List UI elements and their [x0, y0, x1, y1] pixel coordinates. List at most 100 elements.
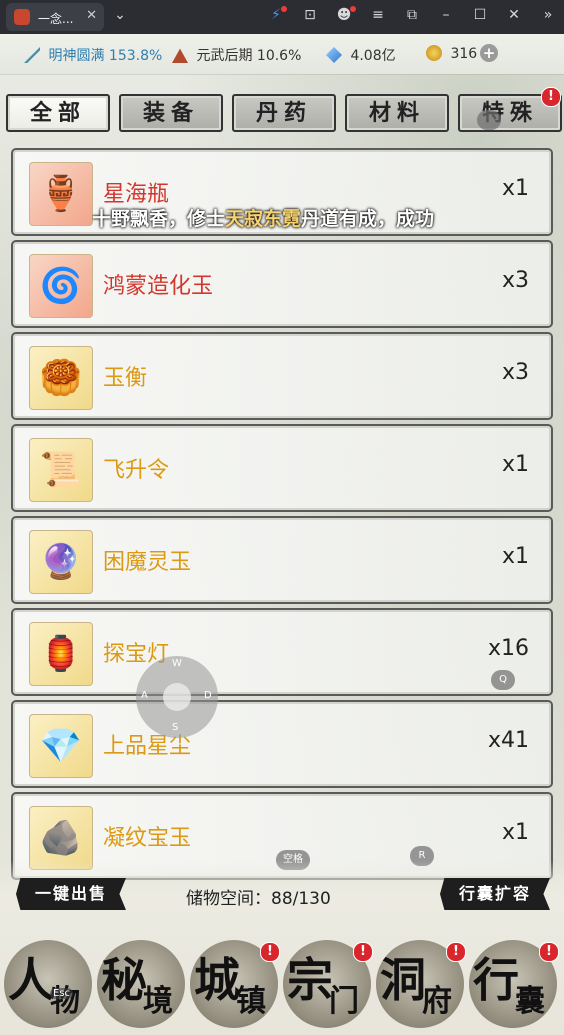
spirit-stone-value: 4.08亿	[350, 48, 396, 64]
sell-all-label: 一键出售	[34, 884, 107, 903]
item-quantity: x16	[487, 636, 529, 661]
tab-title: 一念...	[38, 12, 74, 26]
sword-icon	[24, 47, 40, 63]
item-name: 凝纹宝玉	[103, 826, 192, 851]
jade-value: 316	[450, 46, 478, 62]
item-glyph: 🌀	[39, 266, 83, 306]
nav-alert-badge: !	[539, 942, 559, 962]
item-glyph: 💎	[39, 726, 83, 766]
nav-bag-button[interactable]: 行囊!	[469, 940, 559, 1028]
item-glyph: 🏮	[39, 634, 83, 674]
notification-dot	[350, 6, 356, 12]
key-w: W	[172, 658, 182, 669]
item-quantity: x1	[501, 544, 529, 569]
storage-capacity: 储物空间：88/130	[186, 884, 331, 909]
tab-materials-label: 材料	[368, 100, 425, 126]
tab-close-icon[interactable]: ✕	[86, 8, 97, 23]
gift-icon[interactable]: ⊡	[300, 7, 320, 23]
nav-sect-button[interactable]: 宗门!	[283, 940, 373, 1028]
nav-label-sub: 镇	[236, 984, 266, 1019]
key-d: D	[204, 690, 212, 701]
item-glyph: 📜	[39, 450, 83, 490]
nav-label-main: 人	[8, 953, 54, 1007]
nav-alert-badge: !	[446, 942, 466, 962]
storage-label: 储物空间：	[186, 889, 271, 909]
tab-pills[interactable]: 丹药	[232, 94, 336, 132]
item-row[interactable]: 🥮 玉衡 x3	[11, 332, 553, 420]
spirit-stone-stat: 4.08亿	[326, 45, 396, 65]
item-name: 困魔灵玉	[103, 550, 192, 575]
tab-all[interactable]: 全部	[6, 94, 110, 132]
item-name: 飞升令	[103, 458, 170, 483]
nav-label-sub: 囊	[515, 984, 545, 1019]
nav-label-sub: 境	[143, 984, 173, 1019]
mountain-icon	[172, 48, 188, 63]
hongmeng-jade-icon: 🌀	[29, 254, 93, 318]
item-glyph: 🥮	[39, 358, 83, 398]
item-quantity: x41	[487, 728, 529, 753]
nav-label-main: 洞	[380, 953, 426, 1007]
pin-icon[interactable]: ⧉	[402, 7, 422, 23]
banner-player-name: 天寂东霓	[225, 208, 302, 230]
nav-secret-realm-button[interactable]: 秘境	[97, 940, 185, 1028]
martial-value: 10.6%	[256, 48, 302, 64]
expand-bag-button[interactable]: 行囊扩容	[440, 878, 550, 910]
collapse-icon[interactable]: »	[538, 7, 558, 23]
browser-titlebar: 一念... ✕ ⌄ ⚡ ⊡ ☻ ≡ ⧉ – ☐ ✕ »	[0, 0, 564, 34]
item-quantity: x3	[501, 360, 529, 385]
demon-jade-icon: 🔮	[29, 530, 93, 594]
cultivation-stat: 明神圆满 153.8%	[24, 45, 162, 65]
storage-value: 88/130	[271, 889, 331, 909]
martial-stat: 元武后期 10.6%	[172, 45, 301, 65]
banner-prefix: 十野飘香，修士	[92, 208, 226, 230]
overlay-key-button[interactable]	[477, 110, 501, 130]
nav-label-main: 秘	[101, 953, 147, 1007]
item-row[interactable]: 💎 上品星尘 x41	[11, 700, 553, 788]
special-alert-badge: !	[541, 87, 561, 107]
tab-equipment-label: 装备	[142, 100, 199, 126]
nav-label-main: 城	[194, 953, 240, 1007]
maximize-icon[interactable]: ☐	[470, 7, 490, 23]
tab-menu-icon[interactable]: ⌄	[110, 7, 130, 23]
item-row[interactable]: 🏮 探宝灯 x16	[11, 608, 553, 696]
tab-materials[interactable]: 材料	[345, 94, 449, 132]
tab-equipment[interactable]: 装备	[119, 94, 223, 132]
martial-label: 元武后期	[196, 48, 253, 64]
add-currency-button[interactable]: +	[480, 44, 498, 62]
item-glyph: 🏺	[39, 174, 83, 214]
item-row[interactable]: 📜 飞升令 x1	[11, 424, 553, 512]
menu-icon[interactable]: ≡	[368, 7, 388, 23]
close-icon[interactable]: ✕	[504, 7, 524, 23]
joystick-knob[interactable]	[163, 683, 191, 711]
nav-town-button[interactable]: 城镇!	[190, 940, 280, 1028]
nav-label-main: 宗	[287, 953, 333, 1007]
wasd-joystick[interactable]: W A S D	[136, 656, 218, 738]
add-label: +	[482, 44, 496, 62]
item-name: 玉衡	[103, 366, 148, 391]
item-glyph: 🔮	[39, 542, 83, 582]
minimize-icon[interactable]: –	[436, 7, 456, 23]
item-row[interactable]: 🌀 鸿蒙造化玉 x3	[11, 240, 553, 328]
nav-alert-badge: !	[260, 942, 280, 962]
item-name: 鸿蒙造化玉	[103, 274, 214, 299]
broadcast-banner: 十野飘香，修士天寂东霓丹道有成，成功	[92, 204, 482, 232]
ascension-token-icon: 📜	[29, 438, 93, 502]
coin-icon	[426, 45, 442, 61]
nav-cave-abode-button[interactable]: 洞府!	[376, 940, 466, 1028]
resource-bar: 明神圆满 153.8% 元武后期 10.6% 4.08亿 316 +	[0, 34, 564, 75]
browser-tab[interactable]: 一念... ✕	[6, 3, 104, 31]
item-row[interactable]: 🔮 困魔灵玉 x1	[11, 516, 553, 604]
tab-pills-label: 丹药	[255, 100, 312, 126]
key-q-button[interactable]: Q	[491, 670, 515, 690]
key-q-label: Q	[499, 674, 507, 685]
notification-dot	[281, 6, 287, 12]
stardust-icon: 💎	[29, 714, 93, 778]
jade-stat: 316	[426, 45, 477, 62]
cultivation-label: 明神圆满	[48, 48, 105, 64]
sell-all-button[interactable]: 一键出售	[16, 878, 126, 910]
nav-character-button[interactable]: 人物	[4, 940, 92, 1028]
item-quantity: x3	[501, 268, 529, 293]
item-quantity: x1	[501, 452, 529, 477]
item-quantity: x1	[501, 820, 529, 845]
nav-alert-badge: !	[353, 942, 373, 962]
